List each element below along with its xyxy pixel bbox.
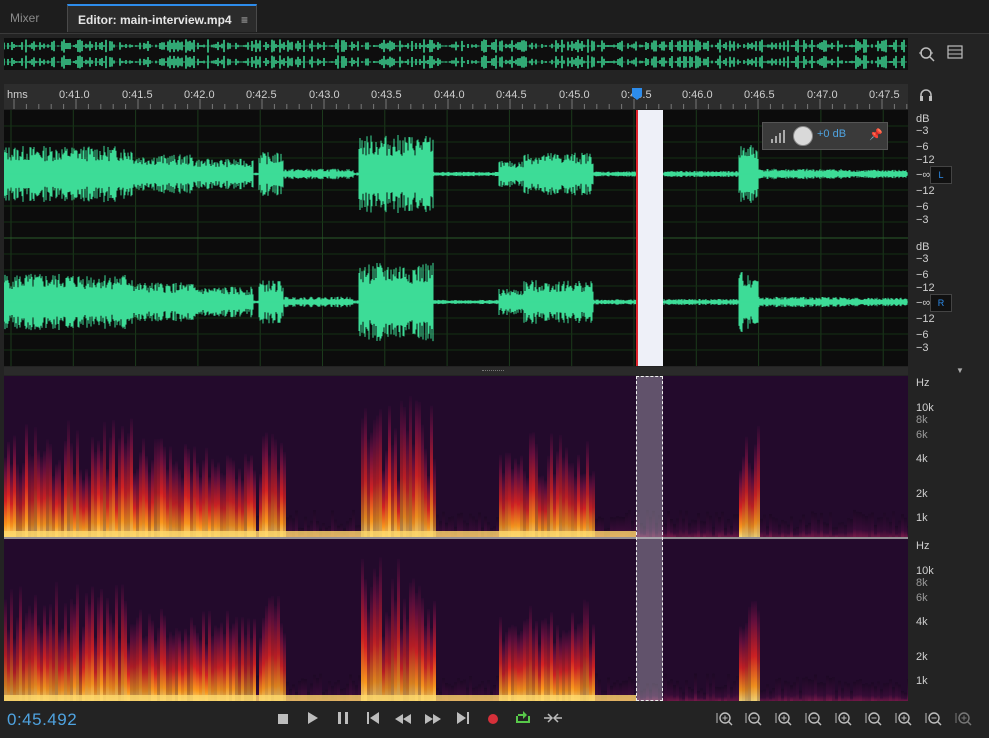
db-label: −∞ xyxy=(916,169,931,181)
db-label: −∞ xyxy=(916,297,931,309)
frequency-label: 8k xyxy=(916,577,928,589)
zoom-navigator-icon[interactable] xyxy=(917,45,937,63)
zoom-in-at-start-icon xyxy=(865,712,882,726)
record-button[interactable] xyxy=(481,710,505,730)
frequency-label: Hz xyxy=(916,377,930,389)
zoom-in-at-start-button[interactable] xyxy=(862,710,886,730)
stop-button[interactable] xyxy=(271,710,295,730)
zoom-out-amplitude-icon xyxy=(745,712,762,726)
db-label: −6 xyxy=(916,269,929,281)
skip-selection-button[interactable] xyxy=(541,710,565,730)
zoom-out-time-button[interactable] xyxy=(802,710,826,730)
fast-forward-button[interactable] xyxy=(421,710,445,730)
frequency-label: 8k xyxy=(916,414,928,426)
db-label: dB xyxy=(916,113,930,125)
zoom-selection-icon xyxy=(955,712,972,726)
loop-button[interactable] xyxy=(511,710,535,730)
skip-to-start-button[interactable] xyxy=(361,710,385,730)
playhead-marker[interactable] xyxy=(632,88,642,100)
rewind-button[interactable] xyxy=(391,710,415,730)
time-ruler[interactable]: hms 0:41.0 0:41.5 0:42.0 0:42.5 0:43.0 0:43.5… xyxy=(4,84,908,109)
gain-knob[interactable] xyxy=(793,126,813,146)
left-channel-badge[interactable]: L xyxy=(930,166,952,184)
zoom-in-amplitude-button[interactable] xyxy=(713,710,737,730)
overview-waveform[interactable] xyxy=(4,38,908,70)
tab-bar: Mixer Editor: main-interview.mp4 ≡ xyxy=(0,0,989,34)
zoom-in-at-end-button[interactable] xyxy=(892,710,916,730)
tab-editor[interactable]: Editor: main-interview.mp4 ≡ xyxy=(67,4,257,32)
tab-editor-label: Editor: main-interview.mp4 xyxy=(78,13,232,27)
play-button[interactable] xyxy=(301,710,325,730)
zoom-in-time-button[interactable] xyxy=(772,710,796,730)
frequency-label: 2k xyxy=(916,651,928,663)
frequency-label: 2k xyxy=(916,488,928,500)
spectral-selection[interactable] xyxy=(636,376,663,701)
frequency-label: 6k xyxy=(916,429,928,441)
frequency-label: Hz xyxy=(916,540,930,552)
tab-mixer-label: Mixer xyxy=(10,11,40,25)
list-view-icon[interactable] xyxy=(945,45,965,63)
time-selection[interactable] xyxy=(636,110,663,366)
zoom-out-full-button[interactable] xyxy=(832,710,856,730)
gain-value: +0 dB xyxy=(817,128,847,140)
volume-bars-icon xyxy=(771,130,785,143)
db-label: −6 xyxy=(916,201,929,213)
frequency-label: 4k xyxy=(916,453,928,465)
zoom-in-time-icon xyxy=(775,712,792,726)
db-label: −6 xyxy=(916,141,929,153)
pin-icon[interactable]: 📌 xyxy=(869,128,883,141)
db-label: −3 xyxy=(916,253,929,265)
panel-divider[interactable] xyxy=(4,367,908,375)
frequency-label: 4k xyxy=(916,616,928,628)
zoom-selection-button[interactable] xyxy=(952,710,976,730)
db-label: −12 xyxy=(916,313,935,325)
zoom-in-amplitude-icon xyxy=(716,712,733,726)
pause-button[interactable] xyxy=(331,710,355,730)
db-label: dB xyxy=(916,241,930,253)
db-label: −6 xyxy=(916,329,929,341)
frequency-label: 6k xyxy=(916,592,928,604)
tab-menu-icon[interactable]: ≡ xyxy=(241,6,248,34)
frequency-label: 10k xyxy=(916,565,934,577)
db-label: −12 xyxy=(916,154,935,166)
spectral-frequency-view[interactable] xyxy=(4,376,908,701)
amplitude-scale: dB −3 −6 −12 −∞ −12 −6 −3 dB −3 −6 −12 −∞ −12 −6 −3 L R xyxy=(910,110,954,366)
current-time[interactable]: 0:45.492 xyxy=(7,710,77,730)
zoom-out-full-icon xyxy=(835,712,852,726)
scroll-down-icon[interactable]: ▼ xyxy=(956,366,966,375)
frequency-label: 10k xyxy=(916,402,934,414)
db-label: −3 xyxy=(916,342,929,354)
db-label: −12 xyxy=(916,185,935,197)
frequency-label: 1k xyxy=(916,512,928,524)
zoom-in-center-icon xyxy=(925,712,942,726)
frequency-scale: Hz 10k 8k 6k 4k 2k 1k Hz 10k 8k 6k 4k 2k 1k xyxy=(910,376,954,701)
frequency-label: 1k xyxy=(916,675,928,687)
db-label: −3 xyxy=(916,125,929,137)
tab-mixer[interactable]: Mixer xyxy=(0,4,66,32)
right-channel-badge[interactable]: R xyxy=(930,294,952,312)
zoom-out-amplitude-button[interactable] xyxy=(742,710,766,730)
db-label: −12 xyxy=(916,282,935,294)
zoom-in-center-button[interactable] xyxy=(922,710,946,730)
zoom-in-at-end-icon xyxy=(895,712,912,726)
headphones-icon[interactable] xyxy=(916,88,936,106)
skip-to-end-button[interactable] xyxy=(451,710,475,730)
db-label: −3 xyxy=(916,214,929,226)
gain-hud[interactable]: +0 dB 📌 xyxy=(762,122,888,150)
zoom-out-time-icon xyxy=(805,712,822,726)
